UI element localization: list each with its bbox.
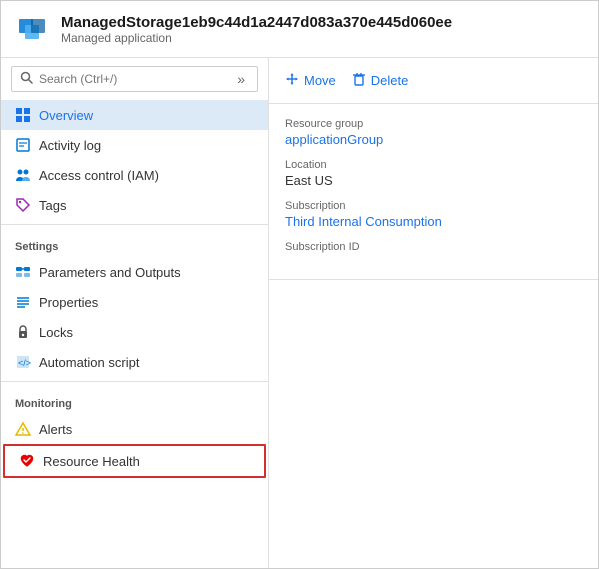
sidebar-item-automation[interactable]: </> Automation script [1, 347, 268, 377]
sidebar-item-access-control-label: Access control (IAM) [39, 168, 159, 183]
svg-text:</>: </> [18, 358, 31, 368]
subscription-item: Subscription Third Internal Consumption [285, 200, 582, 229]
collapse-button[interactable]: » [233, 71, 249, 87]
sidebar-item-resource-health-label: Resource Health [43, 454, 140, 469]
divider-1 [1, 224, 268, 225]
sidebar-item-access-control[interactable]: Access control (IAM) [1, 160, 268, 190]
sidebar-item-tags[interactable]: Tags [1, 190, 268, 220]
sidebar-item-tags-label: Tags [39, 198, 66, 213]
app-subtitle: Managed application [61, 31, 452, 45]
app-icon [15, 11, 51, 47]
parameters-icon [15, 264, 31, 280]
delete-icon [352, 72, 366, 89]
alerts-icon [15, 421, 31, 437]
overview-icon [15, 107, 31, 123]
sidebar-item-alerts-label: Alerts [39, 422, 72, 437]
content-panel: Move Delete Resource group applicationG [269, 58, 598, 568]
tags-icon [15, 197, 31, 213]
search-icon [20, 71, 33, 87]
sidebar-item-resource-health[interactable]: Resource Health [3, 444, 266, 478]
header: ManagedStorage1eb9c44d1a2447d083a370e445… [1, 1, 598, 58]
subscription-id-label: Subscription ID [285, 241, 582, 253]
automation-icon: </> [15, 354, 31, 370]
main-layout: » Overview Acti [1, 58, 598, 568]
sidebar-item-locks-label: Locks [39, 325, 73, 340]
sidebar-item-activity-log-label: Activity log [39, 138, 101, 153]
resource-group-value[interactable]: applicationGroup [285, 132, 582, 147]
access-control-icon [15, 167, 31, 183]
move-button-label: Move [304, 73, 336, 88]
divider-2 [1, 381, 268, 382]
subscription-value[interactable]: Third Internal Consumption [285, 214, 582, 229]
resource-health-icon [19, 453, 35, 469]
search-input[interactable] [39, 72, 227, 86]
sidebar: » Overview Acti [1, 58, 269, 568]
locks-icon [15, 324, 31, 340]
sidebar-item-parameters[interactable]: Parameters and Outputs [1, 257, 268, 287]
sidebar-item-properties[interactable]: Properties [1, 287, 268, 317]
location-label: Location [285, 159, 582, 171]
info-section: Resource group applicationGroup Location… [269, 104, 598, 280]
sidebar-item-properties-label: Properties [39, 295, 98, 310]
subscription-label: Subscription [285, 200, 582, 212]
sidebar-item-activity-log[interactable]: Activity log [1, 130, 268, 160]
subscription-id-item: Subscription ID [285, 241, 582, 253]
location-value: East US [285, 173, 582, 188]
move-icon [285, 72, 299, 89]
resource-group-label: Resource group [285, 118, 582, 130]
delete-button[interactable]: Delete [352, 68, 409, 93]
delete-button-label: Delete [371, 73, 409, 88]
monitoring-section-label: Monitoring [1, 386, 268, 414]
activity-log-icon [15, 137, 31, 153]
resource-group-item: Resource group applicationGroup [285, 118, 582, 147]
sidebar-item-parameters-label: Parameters and Outputs [39, 265, 181, 280]
toolbar: Move Delete [269, 58, 598, 104]
search-bar[interactable]: » [11, 66, 258, 92]
sidebar-item-locks[interactable]: Locks [1, 317, 268, 347]
sidebar-item-overview[interactable]: Overview [1, 100, 268, 130]
location-item: Location East US [285, 159, 582, 188]
settings-section-label: Settings [1, 229, 268, 257]
app-title: ManagedStorage1eb9c44d1a2447d083a370e445… [61, 14, 452, 31]
sidebar-item-alerts[interactable]: Alerts [1, 414, 268, 444]
header-text: ManagedStorage1eb9c44d1a2447d083a370e445… [61, 14, 452, 45]
sidebar-item-automation-label: Automation script [39, 355, 139, 370]
move-button[interactable]: Move [285, 68, 336, 93]
properties-icon [15, 294, 31, 310]
sidebar-item-overview-label: Overview [39, 108, 93, 123]
